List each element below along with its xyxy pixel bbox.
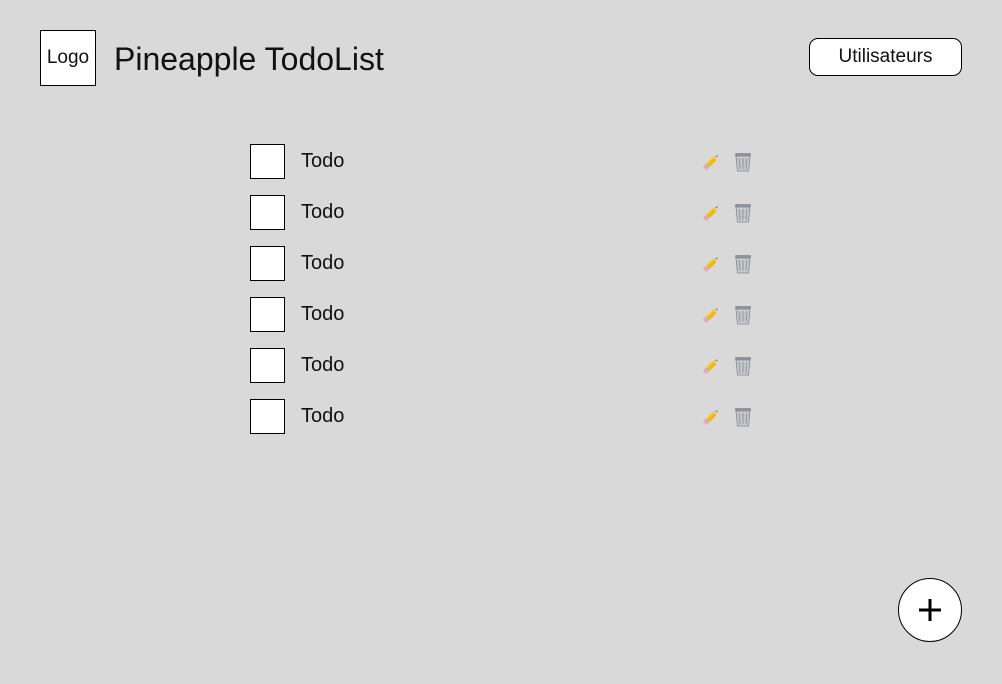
todo-checkbox[interactable] [250, 348, 285, 383]
todo-item: Todo [250, 246, 770, 297]
plus-icon [916, 596, 944, 624]
todo-checkbox[interactable] [250, 399, 285, 434]
app-title: Pineapple TodoList [114, 41, 384, 77]
edit-todo-button[interactable] [699, 405, 723, 429]
todo-item: Todo [250, 144, 770, 195]
pencil-icon [699, 354, 723, 378]
todo-label: Todo [301, 354, 345, 376]
trash-icon [731, 354, 755, 378]
logo: Logo [40, 30, 96, 86]
delete-todo-button[interactable] [731, 201, 755, 225]
todo-label: Todo [301, 405, 345, 427]
delete-todo-button[interactable] [731, 150, 755, 174]
todo-label: Todo [301, 201, 345, 223]
pencil-icon [699, 303, 723, 327]
edit-todo-button[interactable] [699, 150, 723, 174]
users-button[interactable]: Utilisateurs [809, 38, 962, 76]
edit-todo-button[interactable] [699, 354, 723, 378]
add-todo-button[interactable] [898, 578, 962, 642]
todo-label: Todo [301, 303, 345, 325]
edit-todo-button[interactable] [699, 201, 723, 225]
todo-list: Todo Todo Todo Todo Todo Todo [250, 144, 770, 450]
todo-checkbox[interactable] [250, 297, 285, 332]
todo-item: Todo [250, 399, 770, 450]
edit-todo-button[interactable] [699, 303, 723, 327]
todo-item: Todo [250, 297, 770, 348]
delete-todo-button[interactable] [731, 354, 755, 378]
trash-icon [731, 252, 755, 276]
pencil-icon [699, 150, 723, 174]
trash-icon [731, 303, 755, 327]
todo-checkbox[interactable] [250, 144, 285, 179]
edit-todo-button[interactable] [699, 252, 723, 276]
pencil-icon [699, 405, 723, 429]
todo-checkbox[interactable] [250, 246, 285, 281]
trash-icon [731, 405, 755, 429]
todo-label: Todo [301, 150, 345, 172]
trash-icon [731, 201, 755, 225]
todo-checkbox[interactable] [250, 195, 285, 230]
pencil-icon [699, 201, 723, 225]
trash-icon [731, 150, 755, 174]
delete-todo-button[interactable] [731, 303, 755, 327]
todo-item: Todo [250, 195, 770, 246]
pencil-icon [699, 252, 723, 276]
todo-item: Todo [250, 348, 770, 399]
delete-todo-button[interactable] [731, 405, 755, 429]
delete-todo-button[interactable] [731, 252, 755, 276]
todo-label: Todo [301, 252, 345, 274]
